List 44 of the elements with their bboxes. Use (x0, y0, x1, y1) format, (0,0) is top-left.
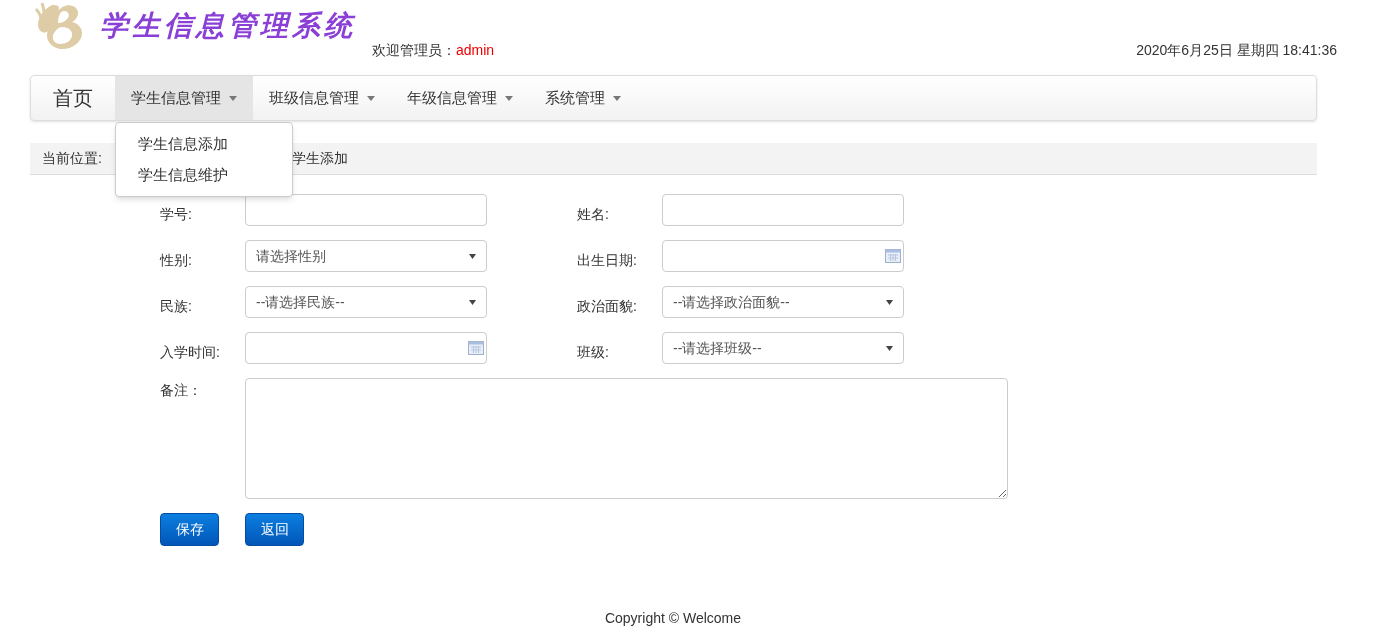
field-label: 学号: (160, 205, 193, 224)
home-link[interactable]: 首页 (31, 76, 115, 120)
dropdown-arrow-icon (886, 299, 893, 305)
date-field[interactable] (245, 332, 487, 364)
field-label: 出生日期: (577, 251, 638, 270)
nav-menu-item[interactable]: 系统管理 (529, 76, 637, 120)
breadcrumb-current: 学生添加 (291, 149, 348, 168)
caret-icon (229, 95, 237, 101)
form-button[interactable]: 返回 (245, 513, 304, 546)
nav-menu-item[interactable]: 学生信息管理 (115, 76, 253, 120)
select-field[interactable]: --请选择民族-- (245, 286, 487, 318)
username: admin (456, 41, 495, 60)
text-field[interactable] (662, 194, 904, 226)
field-label: 性别: (160, 251, 193, 270)
select-field[interactable]: --请选择政治面貌-- (662, 286, 904, 318)
date-field[interactable] (662, 240, 904, 272)
caret-icon (613, 95, 621, 101)
logo-text: 学生信息管理系统 (100, 8, 356, 44)
dropdown-arrow-icon (886, 345, 893, 351)
field-label: 入学时间: (160, 343, 221, 362)
select-field[interactable]: 请选择性别 (245, 240, 487, 272)
field-label: 姓名: (577, 205, 610, 224)
dropdown-arrow-icon (469, 299, 476, 305)
form-button[interactable]: 保存 (160, 513, 219, 546)
welcome-label: 欢迎管理员： (372, 41, 456, 60)
calendar-icon (468, 341, 484, 355)
date-time: 2020年6月25日 星期四 18:41:36 (1136, 41, 1337, 60)
field-label: 政治面貌: (577, 297, 638, 316)
caret-icon (505, 95, 513, 101)
breadcrumb-label: 当前位置: (42, 149, 102, 168)
text-field[interactable] (245, 194, 487, 226)
nav-menu-item[interactable]: 班级信息管理 (253, 76, 391, 120)
dropdown-item[interactable]: 学生信息添加 (116, 129, 292, 160)
select-field[interactable]: --请选择班级-- (662, 332, 904, 364)
dropdown-item[interactable]: 学生信息维护 (116, 159, 292, 190)
field-label: 民族: (160, 297, 193, 316)
remarks-field[interactable] (245, 378, 1008, 499)
dropdown-arrow-icon (469, 253, 476, 259)
copyright-text: Copyright © Welcome (604, 610, 742, 626)
caret-icon (367, 95, 375, 101)
field-label: 班级: (577, 343, 610, 362)
calendar-icon (885, 249, 901, 263)
nav-menu-item[interactable]: 年级信息管理 (391, 76, 529, 120)
field-label: 备注： (160, 381, 203, 400)
